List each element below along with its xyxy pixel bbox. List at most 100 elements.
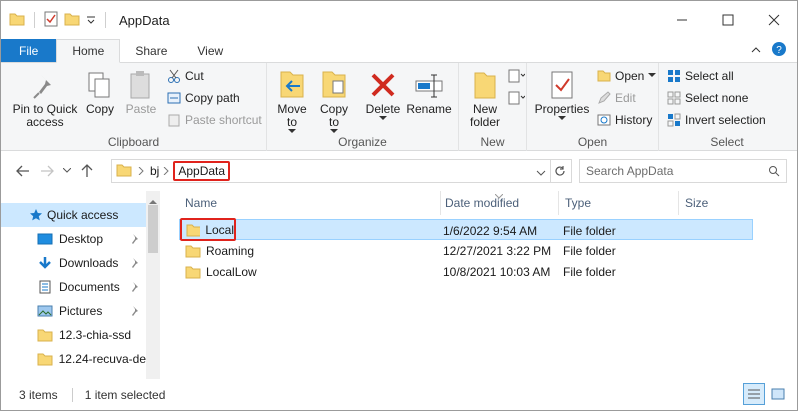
nav-item-12-3-chia-ssd[interactable]: 12.3-chia-ssd	[1, 323, 146, 347]
navigation-pane: Quick access Desktop Downloads Documents…	[1, 191, 161, 379]
pin-icon	[132, 258, 138, 268]
nav-item-desktop[interactable]: Desktop	[1, 227, 146, 251]
collapse-ribbon-icon[interactable]	[751, 44, 761, 58]
column-size[interactable]: Size	[679, 191, 759, 215]
properties-button[interactable]: Properties	[533, 69, 591, 122]
folder-icon	[37, 329, 53, 342]
maximize-button[interactable]	[705, 1, 751, 39]
search-input[interactable]: Search AppData	[579, 159, 787, 183]
column-type[interactable]: Type	[559, 191, 679, 215]
address-dropdown-icon[interactable]	[536, 167, 546, 181]
paste-button[interactable]: Paste	[121, 69, 161, 116]
documents-icon	[39, 280, 51, 294]
properties-qat-icon[interactable]	[44, 11, 58, 30]
recent-locations-button[interactable]	[59, 159, 75, 183]
address-bar[interactable]: bj AppData	[111, 159, 551, 183]
rename-icon	[415, 74, 443, 98]
delete-button[interactable]: Delete	[363, 69, 403, 122]
nav-item-12-24-recuva-de[interactable]: 12.24-recuva-de	[1, 347, 146, 371]
copy-icon	[88, 72, 110, 98]
select-all-button[interactable]: Select all	[667, 69, 734, 83]
select-all-icon	[668, 70, 680, 82]
file-row-roaming[interactable]: Roaming 12/27/2021 3:22 PM File folder	[179, 240, 753, 261]
column-header: Name Date modified Type Size	[167, 191, 797, 215]
back-arrow-icon	[16, 165, 29, 177]
nav-item-documents[interactable]: Documents	[1, 275, 146, 299]
new-folder-icon	[474, 72, 496, 99]
help-icon[interactable]: ?	[771, 41, 787, 60]
app-folder-icon	[9, 12, 25, 29]
ribbon: Pin to Quick access Copy Paste Cut Copy …	[1, 63, 797, 151]
tab-file[interactable]: File	[1, 39, 57, 62]
easy-access-icon[interactable]	[507, 91, 526, 108]
rename-button[interactable]: Rename	[406, 69, 452, 116]
organize-group: Move to Copy to Delete Rename Organize	[267, 63, 459, 151]
breadcrumb-bj[interactable]: bj	[150, 164, 159, 178]
back-button[interactable]	[11, 159, 35, 183]
new-item-icon[interactable]	[507, 69, 526, 86]
minimize-icon	[677, 19, 687, 21]
open-button[interactable]: Open	[597, 69, 657, 83]
new-folder-qat-icon[interactable]	[64, 12, 80, 29]
cut-button[interactable]: Cut	[167, 69, 204, 83]
breadcrumb-separator-icon[interactable]	[138, 164, 144, 178]
up-button[interactable]	[75, 159, 99, 183]
status-bar: 3 items 1 item selected	[1, 379, 797, 410]
minimize-button[interactable]	[659, 1, 705, 39]
file-row-locallow[interactable]: LocalLow 10/8/2021 10:03 AM File folder	[179, 261, 753, 282]
move-to-button[interactable]: Move to	[273, 69, 311, 135]
forward-button[interactable]	[35, 159, 59, 183]
pin-icon	[132, 234, 138, 244]
clipboard-group: Pin to Quick access Copy Paste Cut Copy …	[1, 63, 267, 151]
scrollbar-thumb[interactable]	[148, 205, 158, 253]
copy-to-button[interactable]: Copy to	[315, 69, 353, 135]
nav-item-quick-access[interactable]: Quick access	[1, 203, 146, 227]
copy-button[interactable]: Copy	[83, 69, 117, 116]
invert-selection-button[interactable]: Invert selection	[667, 113, 766, 127]
column-name[interactable]: Name	[179, 191, 441, 215]
select-group-label: Select	[710, 135, 744, 149]
file-list: Name Date modified Type Size Local 1/6/2…	[167, 191, 797, 379]
file-date-cell: 12/27/2021 3:22 PM	[443, 243, 552, 258]
file-row-local[interactable]: Local 1/6/2022 9:54 AM File folder	[179, 218, 753, 241]
breadcrumb-appdata[interactable]: AppData	[173, 161, 231, 181]
qat-dropdown-icon[interactable]	[86, 13, 96, 27]
nav-item-pictures[interactable]: Pictures	[1, 299, 146, 323]
window-title: AppData	[119, 12, 170, 28]
tab-home[interactable]: Home	[56, 39, 121, 63]
close-icon	[768, 14, 780, 26]
select-group: Select all Select none Invert selection …	[659, 63, 795, 151]
file-name-cell: Roaming	[185, 240, 254, 261]
clipboard-group-label: Clipboard	[107, 135, 160, 149]
navigation-scrollbar[interactable]	[146, 191, 160, 379]
copy-path-button[interactable]: Copy path	[167, 91, 240, 105]
nav-item-downloads[interactable]: Downloads	[1, 251, 146, 275]
forward-arrow-icon	[41, 165, 54, 177]
pin-icon	[33, 75, 51, 99]
select-none-button[interactable]: Select none	[667, 91, 748, 105]
pin-to-quick-access-button[interactable]: Pin to Quick access	[7, 69, 83, 129]
details-view-icon	[748, 389, 760, 399]
download-icon	[39, 257, 51, 269]
desktop-icon	[37, 233, 53, 245]
large-icons-view-button[interactable]	[767, 383, 789, 405]
new-folder-button[interactable]: New folder	[465, 69, 505, 129]
breadcrumb-separator-icon[interactable]	[163, 164, 170, 178]
svg-text:?: ?	[776, 45, 782, 56]
edit-button[interactable]: Edit	[597, 91, 636, 105]
pictures-icon	[37, 305, 53, 317]
details-view-button[interactable]	[743, 383, 765, 405]
search-icon	[769, 166, 780, 177]
invert-selection-icon	[667, 113, 681, 127]
move-to-icon	[280, 71, 304, 98]
paste-shortcut-button[interactable]: Paste shortcut	[167, 113, 262, 127]
large-icons-view-icon	[771, 388, 785, 400]
close-button[interactable]	[751, 1, 797, 39]
pin-icon	[132, 306, 138, 316]
refresh-button[interactable]	[548, 159, 572, 183]
history-button[interactable]: History	[597, 113, 652, 127]
tab-share[interactable]: Share	[120, 39, 182, 62]
tab-view[interactable]: View	[182, 39, 238, 62]
file-date-cell: 10/8/2021 10:03 AM	[443, 264, 551, 279]
scissors-icon	[168, 69, 180, 83]
